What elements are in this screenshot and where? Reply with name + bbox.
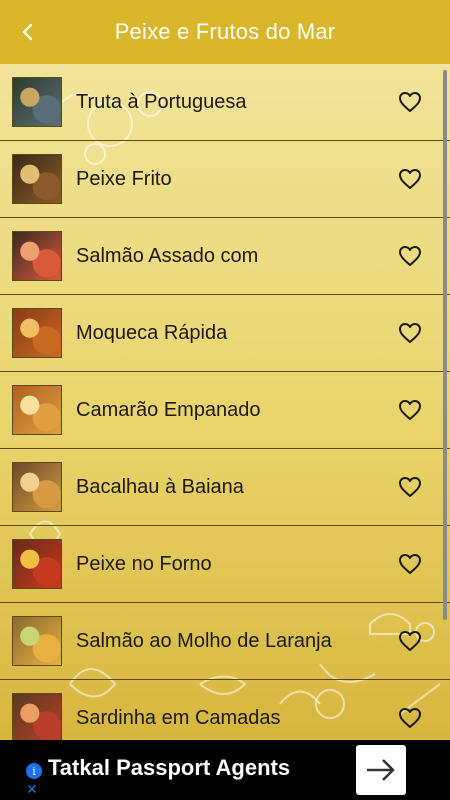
back-button[interactable] bbox=[14, 18, 42, 46]
arrow-right-icon bbox=[367, 759, 395, 781]
recipe-thumbnail bbox=[12, 693, 62, 740]
app-bar: Peixe e Frutos do Mar bbox=[0, 0, 450, 64]
recipe-title: Peixe Frito bbox=[76, 167, 172, 190]
page-title: Peixe e Frutos do Mar bbox=[114, 19, 336, 44]
recipe-thumbnail bbox=[12, 154, 62, 204]
recipe-title: Sardinha em Camadas bbox=[76, 706, 281, 729]
recipe-title: Camarão Empanado bbox=[76, 398, 261, 421]
favorite-button[interactable] bbox=[396, 165, 424, 193]
recipe-thumbnail bbox=[12, 462, 62, 512]
recipe-row[interactable]: Camarão Empanado bbox=[0, 372, 450, 449]
recipe-list[interactable]: Truta à Portuguesa Peixe Frito Salmão Assa… bbox=[0, 64, 450, 740]
ad-arrow-button[interactable] bbox=[356, 745, 406, 795]
recipe-thumbnail bbox=[12, 385, 62, 435]
recipe-title: Moqueca Rápida bbox=[76, 321, 228, 344]
favorite-button[interactable] bbox=[396, 88, 424, 116]
recipe-thumbnail bbox=[12, 231, 62, 281]
heart-outline-icon bbox=[399, 400, 421, 420]
favorite-button[interactable] bbox=[396, 704, 424, 732]
favorite-button[interactable] bbox=[396, 473, 424, 501]
recipe-row[interactable]: Sardinha em Camadas bbox=[0, 680, 450, 740]
recipe-thumbnail bbox=[12, 616, 62, 666]
recipe-title: Salmão ao Molho de Laranja bbox=[76, 629, 332, 652]
recipe-row[interactable]: Peixe no Forno bbox=[0, 526, 450, 603]
ad-text[interactable]: Tatkal Passport Agents bbox=[48, 755, 290, 781]
chevron-left-icon bbox=[22, 23, 33, 41]
recipe-row[interactable]: Salmão ao Molho de Laranja bbox=[0, 603, 450, 680]
scrollbar[interactable] bbox=[443, 70, 447, 620]
heart-outline-icon bbox=[399, 169, 421, 189]
favorite-button[interactable] bbox=[396, 550, 424, 578]
favorite-button[interactable] bbox=[396, 319, 424, 347]
recipe-title: Salmão Assado com bbox=[76, 244, 259, 267]
heart-outline-icon bbox=[399, 554, 421, 574]
recipe-row[interactable]: Bacalhau à Baiana bbox=[0, 449, 450, 526]
heart-outline-icon bbox=[399, 708, 421, 728]
heart-outline-icon bbox=[399, 92, 421, 112]
heart-outline-icon bbox=[399, 477, 421, 497]
recipe-row[interactable]: Peixe Frito bbox=[0, 141, 450, 218]
recipe-row[interactable]: Salmão Assado com bbox=[0, 218, 450, 295]
heart-outline-icon bbox=[399, 323, 421, 343]
ad-info-icon[interactable]: i bbox=[26, 763, 42, 779]
recipe-title: Truta à Portuguesa bbox=[76, 90, 247, 113]
recipe-title: Bacalhau à Baiana bbox=[76, 475, 244, 498]
ad-close-icon[interactable]: ✕ bbox=[26, 781, 38, 798]
favorite-button[interactable] bbox=[396, 396, 424, 424]
recipe-thumbnail bbox=[12, 539, 62, 589]
favorite-button[interactable] bbox=[396, 627, 424, 655]
recipe-thumbnail bbox=[12, 308, 62, 358]
recipe-title: Peixe no Forno bbox=[76, 552, 212, 575]
heart-outline-icon bbox=[399, 631, 421, 651]
heart-outline-icon bbox=[399, 246, 421, 266]
recipe-row[interactable]: Moqueca Rápida bbox=[0, 295, 450, 372]
recipe-row[interactable]: Truta à Portuguesa bbox=[0, 64, 450, 141]
favorite-button[interactable] bbox=[396, 242, 424, 270]
recipe-thumbnail bbox=[12, 77, 62, 127]
